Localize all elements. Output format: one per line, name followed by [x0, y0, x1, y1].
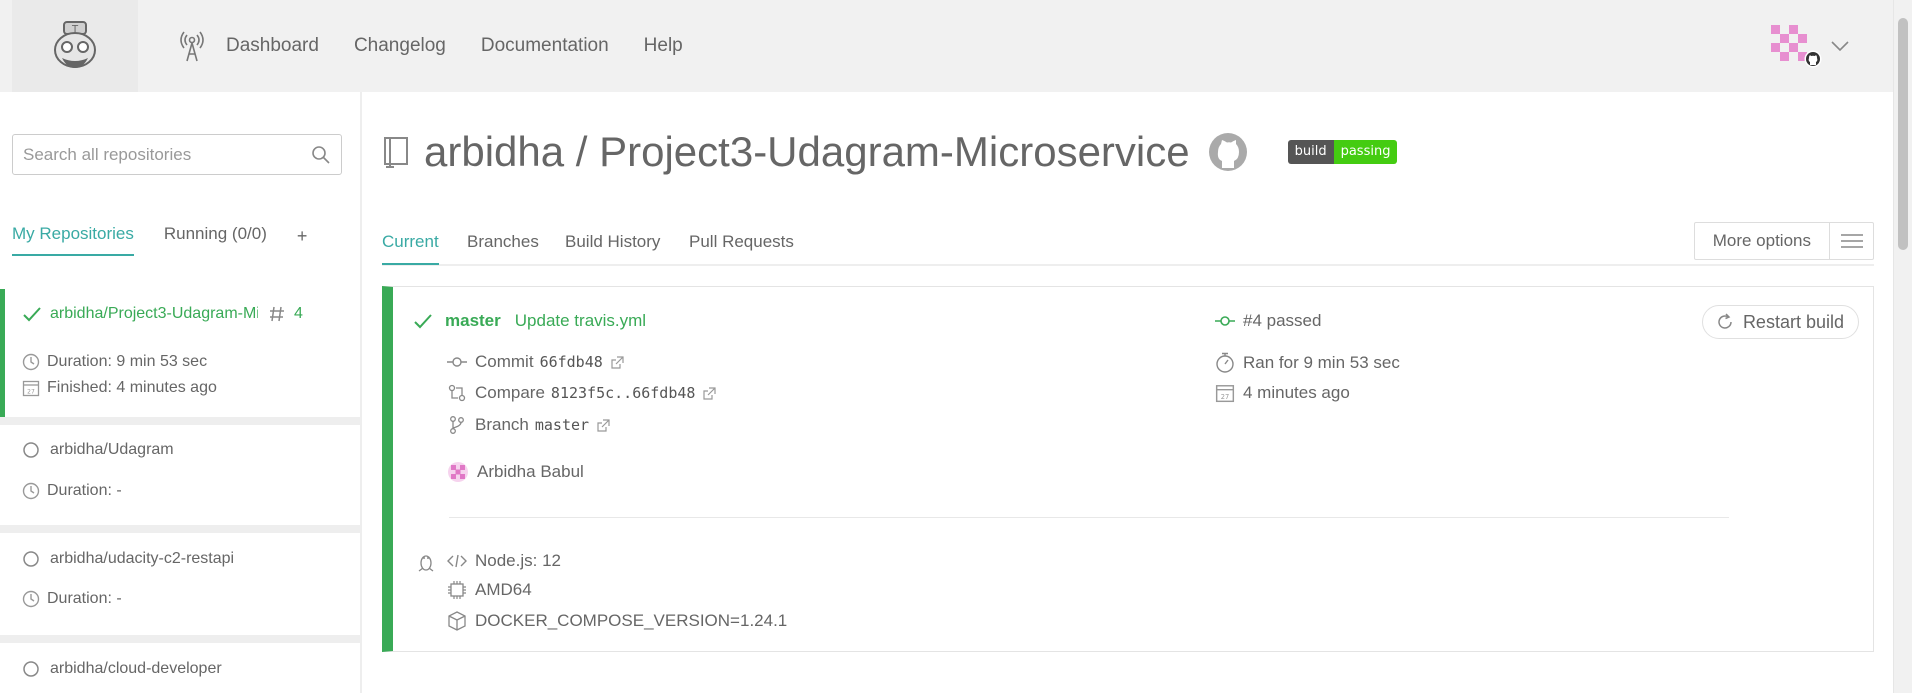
svg-text:27: 27	[1221, 393, 1229, 401]
tab-my-repositories[interactable]: My Repositories	[12, 224, 134, 256]
add-repository-button[interactable]: +	[297, 226, 308, 247]
build-branch[interactable]: master	[445, 311, 501, 331]
external-link-icon[interactable]	[611, 355, 624, 369]
nav-documentation-link[interactable]: Documentation	[481, 35, 609, 57]
code-icon	[447, 554, 467, 568]
compare-label: Compare	[475, 383, 545, 402]
repo-item-udacity-c2-restapi[interactable]: arbidha/udacity-c2-restapi Duration: -	[0, 533, 360, 635]
external-link-icon[interactable]	[703, 386, 717, 400]
github-icon	[1804, 50, 1822, 68]
main-nav: Dashboard Changelog Documentation Help	[180, 0, 718, 92]
sidebar: My Repositories Running (0/0) + arbidha/…	[0, 92, 362, 693]
repo-name[interactable]: arbidha/Project3-Udagram-Microservice	[50, 305, 258, 323]
more-options-label: More options	[1712, 231, 1811, 250]
nav-changelog-link[interactable]: Changelog	[354, 35, 446, 57]
stopwatch-icon	[1216, 352, 1234, 373]
badge-label: build	[1287, 140, 1334, 164]
restart-label: Restart build	[1742, 311, 1844, 332]
nav-help-link[interactable]: Help	[644, 35, 683, 57]
external-link-icon[interactable]	[597, 418, 610, 432]
top-bar: T Dashboard Changelog Documentation Help	[0, 0, 1893, 92]
build-number-status[interactable]: #4 passed	[1243, 311, 1321, 331]
package-icon	[448, 611, 466, 631]
repo-duration: Duration: 9 min 53 sec	[47, 353, 208, 370]
sidebar-tabs: My Repositories Running (0/0) +	[12, 224, 307, 256]
circle-icon	[23, 442, 39, 458]
scrollbar-thumb[interactable]	[1898, 18, 1908, 250]
repo-item-project3[interactable]: arbidha/Project3-Udagram-Microservice 4 …	[0, 289, 360, 417]
svg-text:27: 27	[27, 389, 35, 396]
branch-icon	[450, 416, 464, 434]
clock-icon	[22, 590, 40, 608]
commit-message[interactable]: Update travis.yml	[515, 311, 646, 331]
repo-name[interactable]: arbidha/cloud-developer	[50, 660, 222, 678]
current-build-card: master Update travis.yml #4 passed Resta…	[382, 286, 1874, 652]
build-duration: Ran for 9 min 53 sec	[1243, 353, 1400, 372]
commit-label: Commit	[475, 352, 534, 371]
repo-header: arbidha / Project3-Udagram-Microservice …	[382, 128, 1398, 176]
repository-search	[12, 134, 342, 175]
branch-label: Branch	[475, 415, 529, 434]
clock-icon	[22, 482, 40, 500]
badge-status: passing	[1333, 140, 1398, 164]
card-divider	[449, 517, 1729, 518]
tab-running[interactable]: Running (0/0)	[164, 224, 267, 254]
profile-menu[interactable]	[1768, 22, 1858, 72]
job-arch: AMD64	[475, 580, 532, 599]
nav-dashboard-link[interactable]: Dashboard	[226, 35, 319, 57]
build-status-badge[interactable]: build passing	[1287, 140, 1398, 164]
hash-icon	[270, 306, 284, 322]
broadcast-icon[interactable]	[180, 30, 204, 62]
tab-build-history[interactable]: Build History	[565, 232, 660, 252]
tab-branches[interactable]: Branches	[467, 232, 539, 252]
job-language: Node.js: 12	[475, 551, 561, 570]
repo-duration: Duration: -	[47, 590, 122, 607]
tab-current[interactable]: Current	[382, 232, 439, 265]
compare-range-link[interactable]: 8123f5c..66fdb48	[551, 384, 696, 402]
tab-pull-requests[interactable]: Pull Requests	[689, 232, 794, 252]
build-number[interactable]: 4	[294, 305, 303, 323]
job-env: DOCKER_COMPOSE_VERSION=1.24.1	[475, 611, 788, 630]
cpu-icon	[448, 581, 466, 599]
calendar-icon: 27	[22, 380, 40, 397]
linux-os-icon	[418, 555, 434, 572]
branch-name-link[interactable]: master	[535, 416, 589, 434]
author-avatar	[448, 462, 468, 482]
commit-icon	[1215, 316, 1235, 326]
repo-tabs: Current Branches Build History Pull Requ…	[382, 222, 1874, 266]
hamburger-icon[interactable]	[1829, 223, 1873, 259]
repo-separator	[0, 635, 360, 643]
calendar-icon: 27	[1215, 385, 1235, 403]
check-icon	[23, 307, 41, 322]
repo-duration: Duration: -	[47, 482, 122, 499]
restart-icon	[1718, 313, 1732, 329]
repo-separator	[0, 525, 360, 533]
author-name: Arbidha Babul	[477, 462, 584, 481]
circle-icon	[23, 551, 39, 567]
clock-icon	[22, 353, 40, 371]
restart-build-button[interactable]: Restart build	[1701, 305, 1859, 339]
compare-icon	[448, 384, 466, 402]
repo-separator	[0, 417, 360, 425]
repo-finished: Finished: 4 minutes ago	[47, 379, 217, 396]
repo-name[interactable]: arbidha/Udagram	[50, 441, 174, 459]
travis-mascot-icon: T	[54, 21, 96, 68]
commit-sha-link[interactable]: 66fdb48	[540, 353, 603, 371]
travis-logo[interactable]: T	[12, 0, 138, 92]
check-icon	[414, 314, 432, 329]
repo-name[interactable]: arbidha/udacity-c2-restapi	[50, 550, 234, 568]
build-finished-time: 4 minutes ago	[1243, 383, 1350, 402]
search-input[interactable]	[13, 135, 293, 174]
github-icon[interactable]	[1208, 132, 1248, 172]
page-title: arbidha / Project3-Udagram-Microservice	[424, 128, 1190, 175]
page-scrollbar[interactable]	[1893, 0, 1912, 693]
search-icon[interactable]	[311, 145, 331, 165]
repo-item-cloud-developer[interactable]: arbidha/cloud-developer	[0, 643, 360, 693]
more-options-button[interactable]: More options	[1693, 222, 1874, 260]
chevron-down-icon	[1831, 41, 1849, 52]
repo-book-icon	[384, 137, 408, 168]
repo-item-udagram[interactable]: arbidha/Udagram Duration: -	[0, 425, 360, 525]
circle-icon	[23, 661, 39, 677]
commit-icon	[447, 357, 467, 367]
